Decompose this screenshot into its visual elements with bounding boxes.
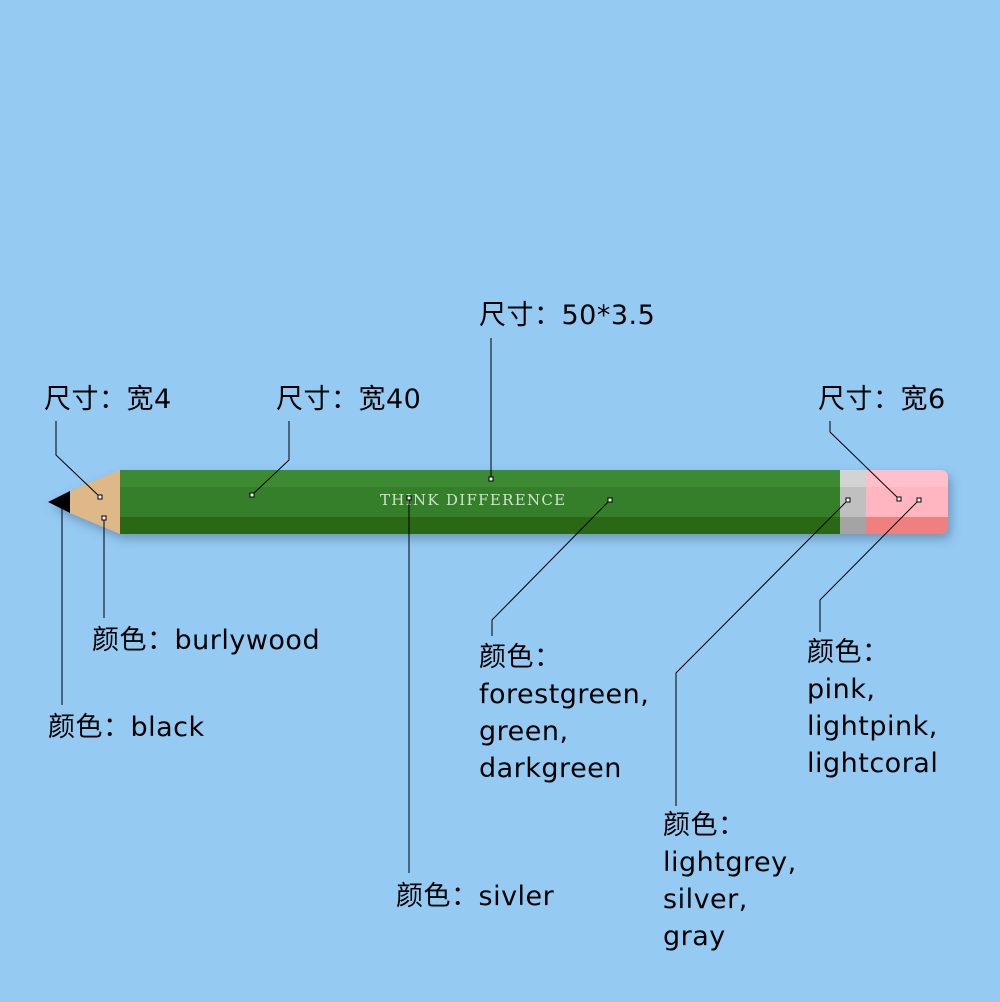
annotation-wood-color: 颜色：burlywood [92,625,321,656]
annotation-text-color: 颜色：sivler [396,881,555,912]
marker-wood-size [249,492,255,498]
annotation-ferrule-color: 颜色： lightgrey, silver, gray [663,810,797,952]
pencil-diagram: THINK DIFFERENCE 尺寸：宽4 尺寸：宽40 尺寸：50*3.5 … [0,0,1000,1002]
leader-tip-size [55,421,101,498]
annotation-eraser-size: 尺寸：宽6 [818,384,946,415]
marker-body-size [488,476,494,482]
annotation-tip-size: 尺寸：宽4 [44,384,172,415]
marker-tip [97,494,103,500]
marker-body-color [607,497,613,503]
leader-body-color [491,499,611,636]
marker-wood-color [101,515,107,521]
annotation-body-size: 尺寸：50*3.5 [479,300,656,331]
leader-lines [55,338,922,873]
annotation-lead-color: 颜色：black [48,712,205,743]
leader-eraser-color [819,499,920,632]
annotation-eraser-color: 颜色： pink, lightpink, lightcoral [807,637,939,779]
annotation-body-color: 颜色： forestgreen, green, darkgreen [479,642,650,784]
marker-ferrule-color [845,497,851,503]
marker-eraser-color [916,497,922,503]
marker-eraser-size [896,496,902,502]
marker-text-color [406,495,412,501]
annotation-wood-size: 尺寸：宽40 [276,384,422,415]
leader-eraser-size [829,421,900,500]
leader-wood-size [251,421,290,496]
